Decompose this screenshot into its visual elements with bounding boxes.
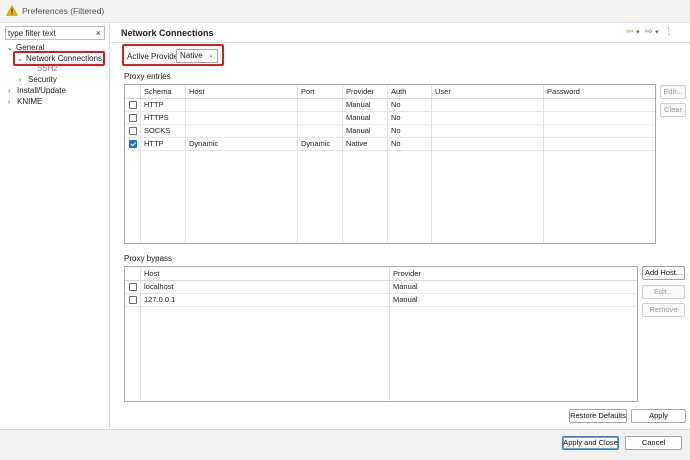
header-divider — [111, 42, 690, 43]
tree-item-label: Install/Update — [17, 86, 66, 95]
row-divider — [125, 293, 637, 294]
cell-host — [186, 112, 189, 124]
cell-provider: Manual — [393, 282, 418, 291]
column-header-host[interactable]: Host — [186, 85, 204, 98]
chevron-down-icon: ⌄ — [208, 52, 214, 59]
cell-provider: Manual — [346, 113, 371, 122]
cell-port — [298, 99, 301, 111]
column-divider — [431, 85, 432, 243]
column-header-port[interactable]: Port — [298, 85, 315, 98]
menu-icon[interactable]: ⋮ — [664, 26, 673, 36]
cell-port: Dynamic — [301, 139, 331, 148]
column-header-host[interactable]: Host — [141, 267, 159, 280]
filter-box: × — [5, 26, 105, 40]
tree-item-label: KNIME — [17, 97, 43, 106]
remove-host-button[interactable]: Remove — [642, 303, 685, 317]
tree-item-label: Security — [28, 75, 57, 84]
cell-host: localhost — [144, 282, 174, 291]
cell-schema: SOCKS — [144, 126, 171, 135]
chevron-down-icon[interactable]: ▾ — [636, 29, 640, 36]
row-checkbox[interactable] — [129, 283, 137, 291]
column-divider — [543, 85, 544, 243]
title-bar: Preferences (Filtered) — [0, 0, 690, 23]
tree-item-knime[interactable]: › KNIME — [8, 96, 42, 107]
page-title: Network Connections — [121, 28, 214, 38]
row-checkbox[interactable] — [129, 114, 137, 122]
cell-host — [186, 99, 189, 111]
row-divider — [125, 306, 637, 307]
cell-host: Dynamic — [189, 139, 219, 148]
chevron-down-icon[interactable]: ▾ — [655, 29, 659, 36]
cell-provider: Manual — [346, 126, 371, 135]
header-divider — [125, 280, 637, 281]
tree-item-security[interactable]: › Security — [19, 74, 57, 85]
warning-icon — [6, 5, 18, 16]
highlight-box — [13, 51, 105, 66]
clear-proxy-button[interactable]: Clear — [660, 103, 686, 117]
cell-auth: No — [391, 113, 401, 122]
forward-icon[interactable]: ⇨ — [645, 26, 653, 36]
row-checkbox[interactable] — [129, 101, 137, 109]
add-host-button[interactable]: Add Host... — [642, 266, 685, 280]
filter-input[interactable] — [8, 27, 92, 39]
cell-provider: Manual — [346, 100, 371, 109]
edit-host-button[interactable]: Edit... — [642, 285, 685, 299]
cell-provider: Native — [346, 139, 368, 148]
proxy-entries-label: Proxy entries — [124, 72, 171, 81]
proxy-bypass-table[interactable]: Host Provider localhost Manual 127.0.0.1… — [124, 266, 638, 402]
clear-icon[interactable]: × — [96, 27, 101, 39]
cell-schema: HTTP — [144, 139, 164, 148]
cell-port — [298, 125, 301, 137]
back-icon[interactable]: ⇦ — [626, 26, 634, 36]
row-divider — [125, 150, 655, 151]
row-checkbox-checked[interactable] — [129, 140, 137, 148]
chevron-right-icon[interactable]: › — [8, 97, 17, 108]
apply-button[interactable]: Apply — [631, 409, 686, 423]
tree-item-install-update[interactable]: › Install/Update — [8, 85, 66, 96]
row-checkbox[interactable] — [129, 296, 137, 304]
cell-host — [186, 125, 189, 137]
preferences-tree-panel: × ⌄General ⌄Network Connections SSH2 ›Se… — [0, 23, 110, 429]
cell-schema: HTTP — [144, 100, 164, 109]
edit-proxy-button[interactable]: Edit... — [660, 85, 686, 99]
cell-provider: Manual — [393, 295, 418, 304]
cell-auth: No — [391, 139, 401, 148]
column-header-provider[interactable]: Provider — [390, 267, 421, 280]
window-title: Preferences (Filtered) — [22, 6, 105, 16]
cancel-button[interactable]: Cancel — [625, 436, 682, 450]
column-header-user[interactable]: User — [432, 85, 451, 98]
proxy-entries-table[interactable]: Schema Host Port Provider Auth User Pass… — [124, 84, 656, 244]
cell-schema: HTTPS — [144, 113, 169, 122]
proxy-bypass-label: Proxy bypass — [124, 254, 173, 263]
cell-port — [298, 112, 301, 124]
column-header-provider[interactable]: Provider — [343, 85, 374, 98]
column-header-schema[interactable]: Schema — [141, 85, 172, 98]
nav-toolbar: ⇦ ▾ ⇨ ▾ ⋮ — [626, 26, 673, 37]
row-checkbox[interactable] — [129, 127, 137, 135]
cell-auth: No — [391, 100, 401, 109]
cell-host: 127.0.0.1 — [144, 295, 176, 304]
active-provider-select[interactable]: Native ⌄ — [176, 49, 218, 63]
cell-auth: No — [391, 126, 401, 135]
active-provider-label: Active Provider: — [127, 52, 184, 61]
column-header-auth[interactable]: Auth — [388, 85, 406, 98]
restore-defaults-button[interactable]: Restore Defaults — [569, 409, 627, 423]
column-header-password[interactable]: Password — [544, 85, 580, 98]
apply-and-close-button[interactable]: Apply and Close — [562, 436, 619, 450]
active-provider-value: Native — [180, 51, 203, 60]
